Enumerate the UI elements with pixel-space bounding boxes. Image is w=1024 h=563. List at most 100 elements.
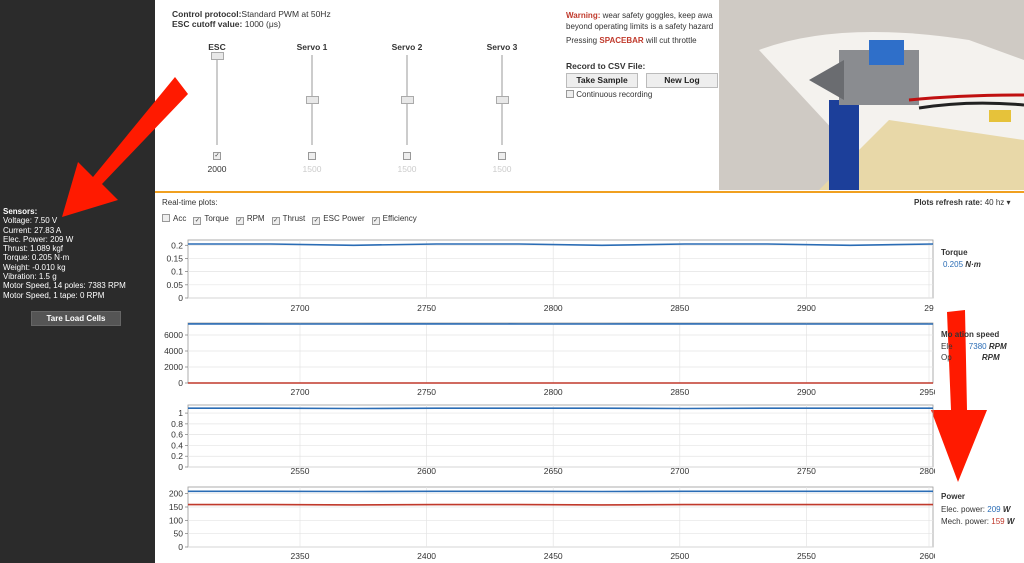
plot-option-label: Torque: [204, 214, 229, 223]
refresh-label: Plots refresh rate:: [914, 198, 983, 207]
sensor-line: Torque: 0.205 N·m: [3, 253, 70, 263]
x-tick-label: 2700: [291, 387, 310, 397]
x-tick-label: 2500: [670, 551, 689, 561]
x-tick-label: 2550: [797, 551, 816, 561]
cut-throttle-text: will cut throttle: [643, 36, 697, 45]
mech-power-label: Mech. power:: [941, 517, 990, 526]
x-tick-label: 2350: [291, 551, 310, 561]
series-line: [188, 243, 934, 247]
x-tick-label: 29: [924, 303, 934, 313]
new-log-button[interactable]: New Log: [646, 73, 718, 88]
y-tick-label: 0.8: [171, 419, 183, 429]
torque-unit: N·m: [965, 260, 981, 269]
refresh-select[interactable]: 40 hz: [985, 198, 1005, 207]
slider-title: Servo 3: [486, 42, 518, 52]
sensor-line: Thrust: 1.089 kgf: [3, 244, 64, 254]
slider-title: ESC: [208, 42, 226, 52]
x-tick-label: 2650: [544, 466, 563, 476]
y-tick-label: 0: [178, 462, 183, 472]
plot-option-thrust[interactable]: ✓ Thrust: [271, 214, 306, 225]
x-tick-label: 2600: [417, 466, 436, 476]
checkbox-icon[interactable]: [566, 90, 574, 98]
checkbox-icon[interactable]: ✓: [371, 217, 380, 225]
checkbox-icon[interactable]: ✓: [235, 217, 244, 225]
x-tick-label: 2750: [417, 303, 436, 313]
slider-value: 2000: [207, 164, 227, 174]
x-tick-label: 2950: [920, 387, 935, 397]
x-tick-label: 2600: [920, 551, 935, 561]
rotation-elec: Ele 7380 RPM: [941, 342, 1007, 351]
rotation-title: Mo ation speed: [941, 330, 1000, 339]
elec-power-label: Elec. power:: [941, 505, 986, 514]
sensor-line: Vibration: 1.5 g: [3, 272, 57, 282]
refresh-rate: Plots refresh rate: 40 hz ▾: [914, 198, 1011, 207]
plot-option-label: Acc: [173, 214, 187, 223]
y-tick-label: 0.2: [171, 451, 183, 461]
record-csv-title: Record to CSV File:: [566, 61, 646, 71]
plot-option-esc-power[interactable]: ✓ ESC Power: [312, 214, 365, 225]
x-tick-label: 2800: [920, 466, 935, 476]
realtime-plots-title: Real-time plots:: [162, 198, 218, 207]
y-tick-label: 0.1: [171, 267, 183, 277]
slider-thumb[interactable]: [211, 52, 224, 60]
realtime-charts: 0.2 0.15 0.1 0.05 0 2700 2750 2800 2850 2900 29 600…: [164, 239, 935, 561]
slider-thumb[interactable]: [496, 96, 509, 104]
plot-option-acc[interactable]: Acc: [162, 214, 186, 223]
elec-power-readout: Elec. power: 209 W: [941, 505, 1010, 514]
control-info: Control protocol:Standard PWM at 50Hz ES…: [172, 9, 331, 29]
plot-option-label: Thrust: [282, 214, 306, 223]
y-tick-label: 6000: [164, 330, 183, 340]
slider-enable-checkbox[interactable]: [498, 152, 506, 160]
x-tick-label: 2900: [797, 387, 816, 397]
checkbox-icon[interactable]: ✓: [193, 217, 202, 225]
rotation-opt-unit: RPM: [981, 353, 1000, 362]
y-tick-label: 0.4: [171, 440, 183, 450]
mech-power-value: 159: [991, 517, 1005, 526]
checkbox-icon[interactable]: ✓: [312, 217, 321, 225]
slider-thumb[interactable]: [401, 96, 414, 104]
protocol-label: Control protocol:: [172, 9, 242, 19]
checkbox-icon[interactable]: ✓: [271, 217, 280, 225]
y-tick-label: 0.6: [171, 430, 183, 440]
slider-value: 1500: [492, 164, 512, 174]
checkbox-icon[interactable]: [162, 214, 170, 222]
continuous-recording-checkbox[interactable]: Continuous recording: [566, 89, 652, 99]
slider-title: Servo 1: [296, 42, 328, 52]
y-tick-label: 0: [178, 378, 183, 388]
slider-enable-checkbox[interactable]: [403, 152, 411, 160]
press-text: Pressing: [566, 36, 600, 45]
x-tick-label: 2900: [797, 303, 816, 313]
camera-feed-image: [719, 0, 1024, 190]
plot-option-efficiency[interactable]: ✓ Efficiency: [371, 214, 417, 225]
slider-value: 1500: [397, 164, 417, 174]
slider-thumb[interactable]: [306, 96, 319, 104]
sensor-line: Motor Speed, 14 poles: 7383 RPM: [3, 281, 126, 291]
mech-power-readout: Mech. power: 159 W: [941, 517, 1014, 526]
mech-power-unit: W: [1006, 517, 1015, 526]
warning-label: Warning:: [566, 11, 601, 20]
y-tick-label: 0: [178, 293, 183, 303]
sensor-line: Current: 27.83 A: [3, 225, 62, 235]
slider-title: Servo 2: [391, 42, 423, 52]
x-tick-label: 2700: [291, 303, 310, 313]
y-tick-label: 50: [174, 529, 184, 539]
slider-track[interactable]: [216, 55, 218, 145]
plot-options: Acc ✓ Torque ✓ RPM ✓ Thrust ✓ ESC Power ✓ Efficien…: [162, 213, 424, 225]
rotation-opt: Op RPM: [941, 353, 1000, 362]
tare-load-cells-button[interactable]: Tare Load Cells: [31, 311, 121, 326]
plot-option-rpm[interactable]: ✓ RPM: [235, 214, 265, 225]
slider-enable-checkbox[interactable]: [308, 152, 316, 160]
plot-option-torque[interactable]: ✓ Torque: [193, 214, 229, 225]
section-divider: [155, 191, 1024, 193]
power-title: Power: [941, 492, 966, 501]
slider-enable-checkbox[interactable]: ✓: [213, 152, 221, 160]
chevron-down-icon[interactable]: ▾: [1007, 198, 1011, 207]
take-sample-button[interactable]: Take Sample: [566, 73, 638, 88]
plot-option-label: Efficiency: [382, 214, 417, 223]
sensor-line: Weight: -0.010 kg: [3, 262, 66, 272]
spacebar-key: SPACEBAR: [599, 36, 644, 45]
slider-value: 1500: [302, 164, 322, 174]
torque-value: 0.205: [943, 260, 964, 269]
y-tick-label: 1: [178, 408, 183, 418]
y-tick-label: 0.05: [166, 280, 183, 290]
